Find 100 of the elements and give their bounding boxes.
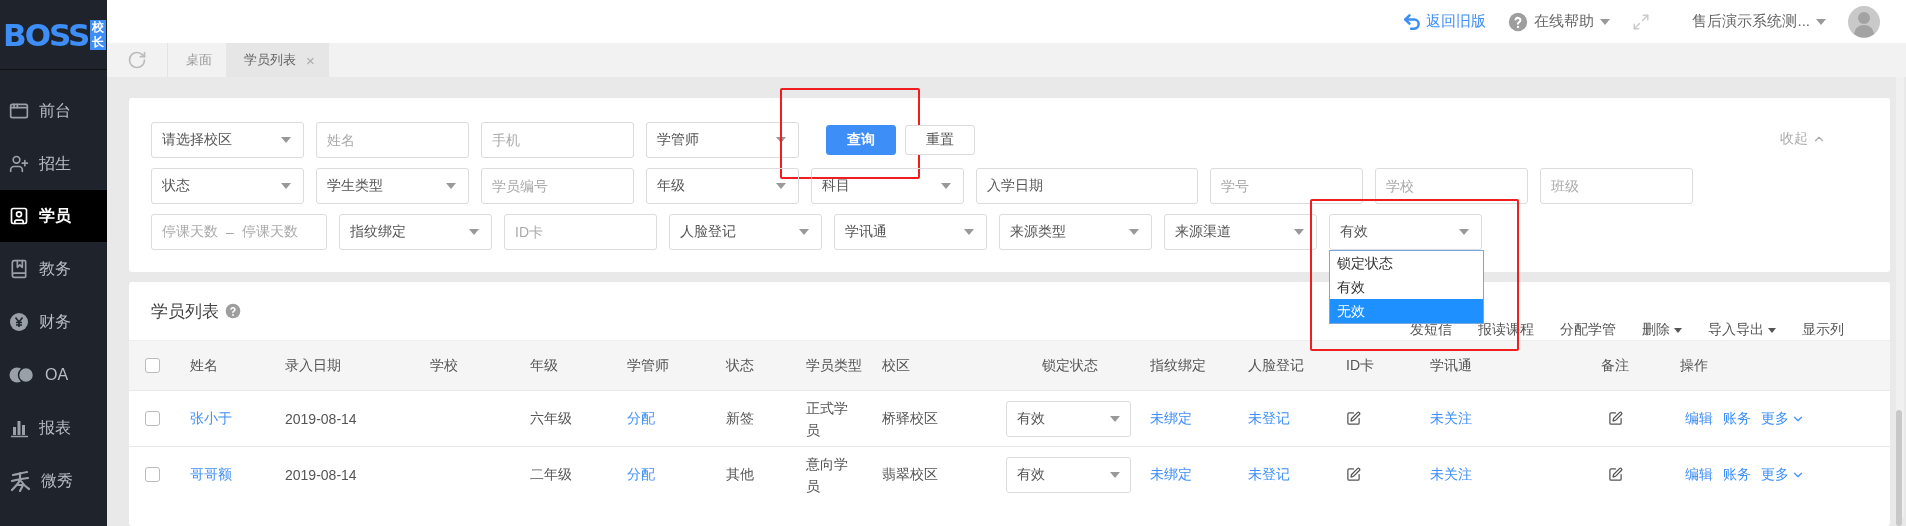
input-field[interactable]: 学号	[1210, 168, 1363, 204]
select-field[interactable]: 学讯通	[834, 214, 987, 250]
table-cell-text: 桥驿校区	[881, 409, 939, 428]
brush-stroke-icon	[9, 470, 31, 492]
row-checkbox[interactable]	[145, 467, 160, 482]
edit-icon[interactable]	[1346, 411, 1361, 426]
caret-icon	[1110, 415, 1120, 422]
caret-icon	[1110, 471, 1120, 478]
column-header: 学管师	[626, 356, 670, 375]
sidebar-item[interactable]: OA	[0, 349, 107, 401]
caret-icon	[799, 229, 809, 235]
toolbar-action[interactable]: 导入导出	[1708, 321, 1776, 339]
caret-icon	[941, 183, 951, 189]
sidebar-item[interactable]: 教务	[0, 243, 107, 295]
sidebar-item[interactable]: 招生	[0, 138, 107, 190]
logo-badge: 校长	[90, 19, 107, 50]
overlapping-circles-icon	[9, 366, 35, 384]
edit-icon[interactable]	[1346, 467, 1361, 482]
table-cell-text: 2019-08-14	[284, 466, 358, 483]
table-cell-text: 翡翠校区	[881, 465, 939, 484]
select-field[interactable]: 指纹绑定	[339, 214, 492, 250]
avatar[interactable]	[1848, 5, 1880, 38]
column-header: 年级	[529, 356, 559, 375]
caret-icon	[1294, 229, 1304, 235]
input-field[interactable]: 姓名	[316, 122, 469, 158]
account-menu[interactable]: 售后演示系统测...	[1692, 12, 1826, 31]
caret-icon	[1600, 18, 1611, 25]
row-checkbox[interactable]	[145, 411, 160, 426]
column-header: 录入日期	[284, 356, 342, 375]
edit-icon[interactable]	[1607, 411, 1623, 426]
user-card-icon	[9, 206, 29, 226]
scrollbar-thumb[interactable]	[1896, 410, 1902, 526]
sidebar-item[interactable]: 财务	[0, 296, 107, 348]
input-field[interactable]: 学员编号	[481, 168, 634, 204]
column-header: 锁定状态	[1041, 356, 1099, 375]
caret-icon	[1816, 18, 1826, 25]
refresh-icon[interactable]	[127, 50, 147, 70]
toolbar-action[interactable]: 显示列	[1802, 321, 1844, 339]
caret-icon	[776, 137, 786, 143]
edit-icon[interactable]	[1607, 467, 1623, 482]
bar-chart-icon	[9, 418, 29, 438]
reset-button[interactable]: 重置	[905, 125, 975, 155]
select-field[interactable]: 状态	[151, 168, 304, 204]
input-field[interactable]: 学校	[1375, 168, 1528, 204]
book-icon	[9, 259, 29, 279]
date-field[interactable]: 入学日期	[976, 168, 1198, 204]
toolbar-action[interactable]: 发短信	[1410, 321, 1452, 339]
column-header: ID卡	[1345, 356, 1375, 375]
caret-icon	[1674, 327, 1682, 333]
sidebar-item[interactable]: 学员	[0, 190, 107, 242]
column-header: 指纹绑定	[1149, 356, 1207, 375]
select-field[interactable]: 请选择校区	[151, 122, 304, 158]
fullscreen-icon[interactable]	[1632, 12, 1651, 31]
lock-status-select[interactable]: 有效	[1006, 456, 1131, 493]
table-cell-text: 二年级	[529, 465, 573, 484]
select-field[interactable]: 学生类型	[316, 168, 469, 204]
toolbar-action[interactable]: 分配学管	[1560, 321, 1616, 339]
column-header: 校区	[881, 356, 911, 375]
select-field[interactable]: 来源渠道	[1164, 214, 1317, 250]
input-field[interactable]: 班级	[1540, 168, 1693, 204]
caret-icon	[469, 229, 479, 235]
select-all-checkbox[interactable]	[145, 358, 160, 373]
sidebar-item[interactable]: 报表	[0, 402, 107, 454]
sidebar-item[interactable]: 微秀	[0, 455, 107, 507]
help-icon	[225, 303, 241, 319]
caret-icon	[964, 229, 974, 235]
column-header: 备注	[1600, 356, 1630, 375]
help-icon	[1508, 11, 1529, 32]
list-title: 学员列表	[151, 300, 219, 323]
input-field[interactable]: ID卡	[504, 214, 657, 250]
column-header: 操作	[1679, 356, 1709, 375]
caret-icon	[281, 137, 291, 143]
select-field[interactable]: 学管师	[646, 122, 799, 158]
lock-status-select[interactable]: 有效	[1006, 400, 1131, 437]
sidebar-item[interactable]: 前台	[0, 85, 107, 137]
column-header: 姓名	[189, 356, 219, 375]
select-field[interactable]: 来源类型	[999, 214, 1152, 250]
user-plus-icon	[9, 154, 29, 174]
select-field[interactable]: 科目	[811, 168, 964, 204]
select-field[interactable]: 人脸登记	[669, 214, 822, 250]
caret-icon	[281, 183, 291, 189]
toolbar-action[interactable]: 删除	[1642, 321, 1682, 339]
logo-text: BOSS	[3, 16, 89, 53]
tab[interactable]: 学员列表 ×	[226, 43, 329, 77]
caret-icon	[1768, 327, 1776, 333]
table-cell-text: 六年级	[529, 409, 573, 428]
column-header: 人脸登记	[1247, 356, 1305, 375]
column-header: 学校	[429, 356, 459, 375]
select-field[interactable]: 年级	[646, 168, 799, 204]
column-header: 学讯通	[1429, 356, 1473, 375]
input-field[interactable]: 手机	[481, 122, 634, 158]
caret-icon	[446, 183, 456, 189]
column-header: 学员类型	[805, 356, 863, 375]
help-menu[interactable]: 在线帮助	[1508, 11, 1611, 32]
table-cell-text: 新签	[725, 409, 755, 428]
column-header: 状态	[725, 356, 755, 375]
table-cell-text: 2019-08-14	[284, 410, 358, 427]
yen-coin-icon	[9, 312, 29, 332]
undo-icon	[1402, 11, 1423, 32]
table-cell-text: 正式学员	[805, 398, 849, 440]
